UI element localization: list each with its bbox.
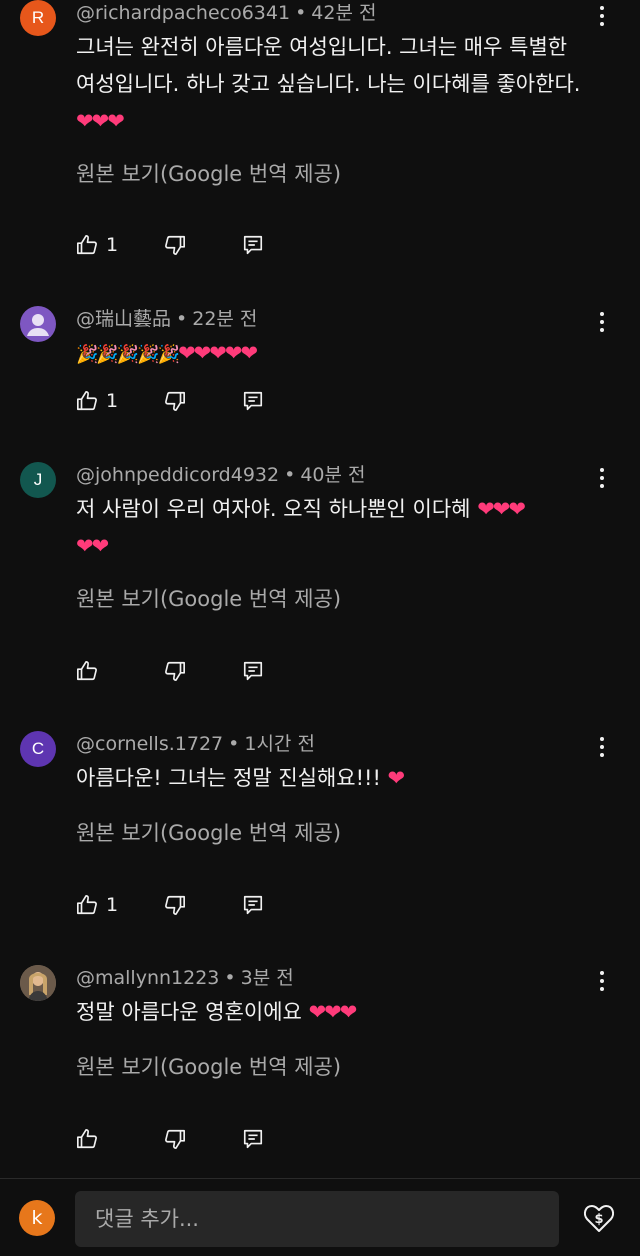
add-comment-bar: k 댓글 추가... $ xyxy=(0,1178,640,1256)
dislike-button[interactable] xyxy=(164,390,186,412)
show-original-link[interactable]: 원본 보기(Google 번역 제공) xyxy=(76,1052,341,1082)
comment-actions: 1 xyxy=(76,390,276,420)
dislike-icon xyxy=(165,895,185,915)
comment-time: 3분 전 xyxy=(240,967,294,989)
comment-text: 🎉🎉🎉🎉🎉❤❤❤❤❤ xyxy=(76,335,596,373)
reply-button[interactable] xyxy=(242,1128,264,1150)
more-vert-icon[interactable] xyxy=(592,310,612,334)
comment-text: 그녀는 완전히 아름다운 여성입니다. 그녀는 매우 특별한 여성입니다. 하나… xyxy=(76,29,596,140)
dislike-icon xyxy=(165,235,185,255)
avatar[interactable] xyxy=(20,965,56,1001)
more-vert-icon[interactable] xyxy=(592,969,612,993)
comment-meta: @cornells.1727 • 1시간 전 xyxy=(76,733,315,755)
like-icon xyxy=(77,895,97,915)
party-emoji: 🎉🎉🎉🎉🎉 xyxy=(76,344,180,365)
default-avatar-icon xyxy=(27,314,49,336)
comment-time: 1시간 전 xyxy=(244,733,315,755)
more-vert-icon[interactable] xyxy=(592,4,612,28)
dislike-button[interactable] xyxy=(164,234,186,256)
reply-button[interactable] xyxy=(242,894,264,916)
avatar[interactable]: J xyxy=(20,462,56,498)
reply-button[interactable] xyxy=(242,390,264,412)
dislike-icon xyxy=(165,1129,185,1149)
heart-emoji: ❤❤❤ xyxy=(477,497,526,521)
reply-icon xyxy=(243,1129,263,1149)
more-vert-icon[interactable] xyxy=(592,735,612,759)
like-button[interactable] xyxy=(76,1128,106,1150)
dislike-icon xyxy=(165,391,185,411)
add-comment-input[interactable]: 댓글 추가... xyxy=(75,1191,559,1247)
comment-meta: @johnpeddicord4932 • 40분 전 xyxy=(76,464,366,486)
comment-time: 40분 전 xyxy=(300,464,366,486)
author-handle[interactable]: @瑞山藝品 xyxy=(76,308,171,330)
dislike-icon xyxy=(165,661,185,681)
like-icon xyxy=(77,1129,97,1149)
profile-photo xyxy=(20,965,56,1001)
comment-meta: @瑞山藝品 • 22분 전 xyxy=(76,308,258,330)
like-button[interactable]: 1 xyxy=(76,894,118,916)
like-icon xyxy=(77,391,97,411)
heart-emoji: ❤❤❤ xyxy=(308,1000,358,1024)
comment-actions xyxy=(76,660,276,690)
comment-time: 22분 전 xyxy=(192,308,258,330)
comment-text: 저 사람이 우리 여자야. 오직 하나뿐인 이다혜 ❤❤❤ ❤❤ xyxy=(76,491,596,565)
comment-actions xyxy=(76,1128,276,1158)
comment-meta: @mallynn1223 • 3분 전 xyxy=(76,967,294,989)
comment-actions: 1 xyxy=(76,234,276,264)
heart-emoji: ❤❤❤ xyxy=(76,109,125,133)
svg-text:$: $ xyxy=(594,1212,603,1227)
reply-button[interactable] xyxy=(242,234,264,256)
avatar[interactable]: C xyxy=(20,731,56,767)
thanks-button[interactable]: $ xyxy=(582,1201,616,1235)
more-vert-icon[interactable] xyxy=(592,466,612,490)
like-count: 1 xyxy=(106,894,119,916)
show-original-link[interactable]: 원본 보기(Google 번역 제공) xyxy=(76,584,341,614)
reply-icon xyxy=(243,235,263,255)
reply-icon xyxy=(243,391,263,411)
my-avatar[interactable]: k xyxy=(19,1200,55,1236)
show-original-link[interactable]: 원본 보기(Google 번역 제공) xyxy=(76,818,341,848)
author-handle[interactable]: @cornells.1727 xyxy=(76,733,223,755)
comment-meta: @richardpacheco6341 • 42분 전 xyxy=(76,2,377,24)
heart-emoji: ❤❤ xyxy=(76,534,109,558)
dislike-button[interactable] xyxy=(164,1128,186,1150)
author-handle[interactable]: @richardpacheco6341 xyxy=(76,2,290,24)
like-button[interactable]: 1 xyxy=(76,234,118,256)
like-button[interactable] xyxy=(76,660,106,682)
comment-text: 아름다운! 그녀는 정말 진실해요!!! ❤ xyxy=(76,766,406,790)
author-handle[interactable]: @mallynn1223 xyxy=(76,967,219,989)
avatar[interactable] xyxy=(20,306,56,342)
avatar[interactable]: R xyxy=(20,0,56,36)
heart-emoji: ❤ xyxy=(387,766,406,790)
heart-emoji: ❤❤❤❤❤ xyxy=(178,341,258,365)
like-count: 1 xyxy=(106,234,119,256)
reply-icon xyxy=(243,895,263,915)
thanks-icon: $ xyxy=(583,1205,615,1232)
show-original-link[interactable]: 원본 보기(Google 번역 제공) xyxy=(76,159,341,189)
dislike-button[interactable] xyxy=(164,894,186,916)
reply-icon xyxy=(243,661,263,681)
comment-time: 42분 전 xyxy=(311,2,377,24)
comment-actions: 1 xyxy=(76,894,276,924)
author-handle[interactable]: @johnpeddicord4932 xyxy=(76,464,279,486)
like-icon xyxy=(77,661,97,681)
like-count: 1 xyxy=(106,390,119,412)
comment-text: 정말 아름다운 영혼이에요 ❤❤❤ xyxy=(76,1000,358,1024)
like-button[interactable]: 1 xyxy=(76,390,118,412)
reply-button[interactable] xyxy=(242,660,264,682)
dislike-button[interactable] xyxy=(164,660,186,682)
like-icon xyxy=(77,235,97,255)
